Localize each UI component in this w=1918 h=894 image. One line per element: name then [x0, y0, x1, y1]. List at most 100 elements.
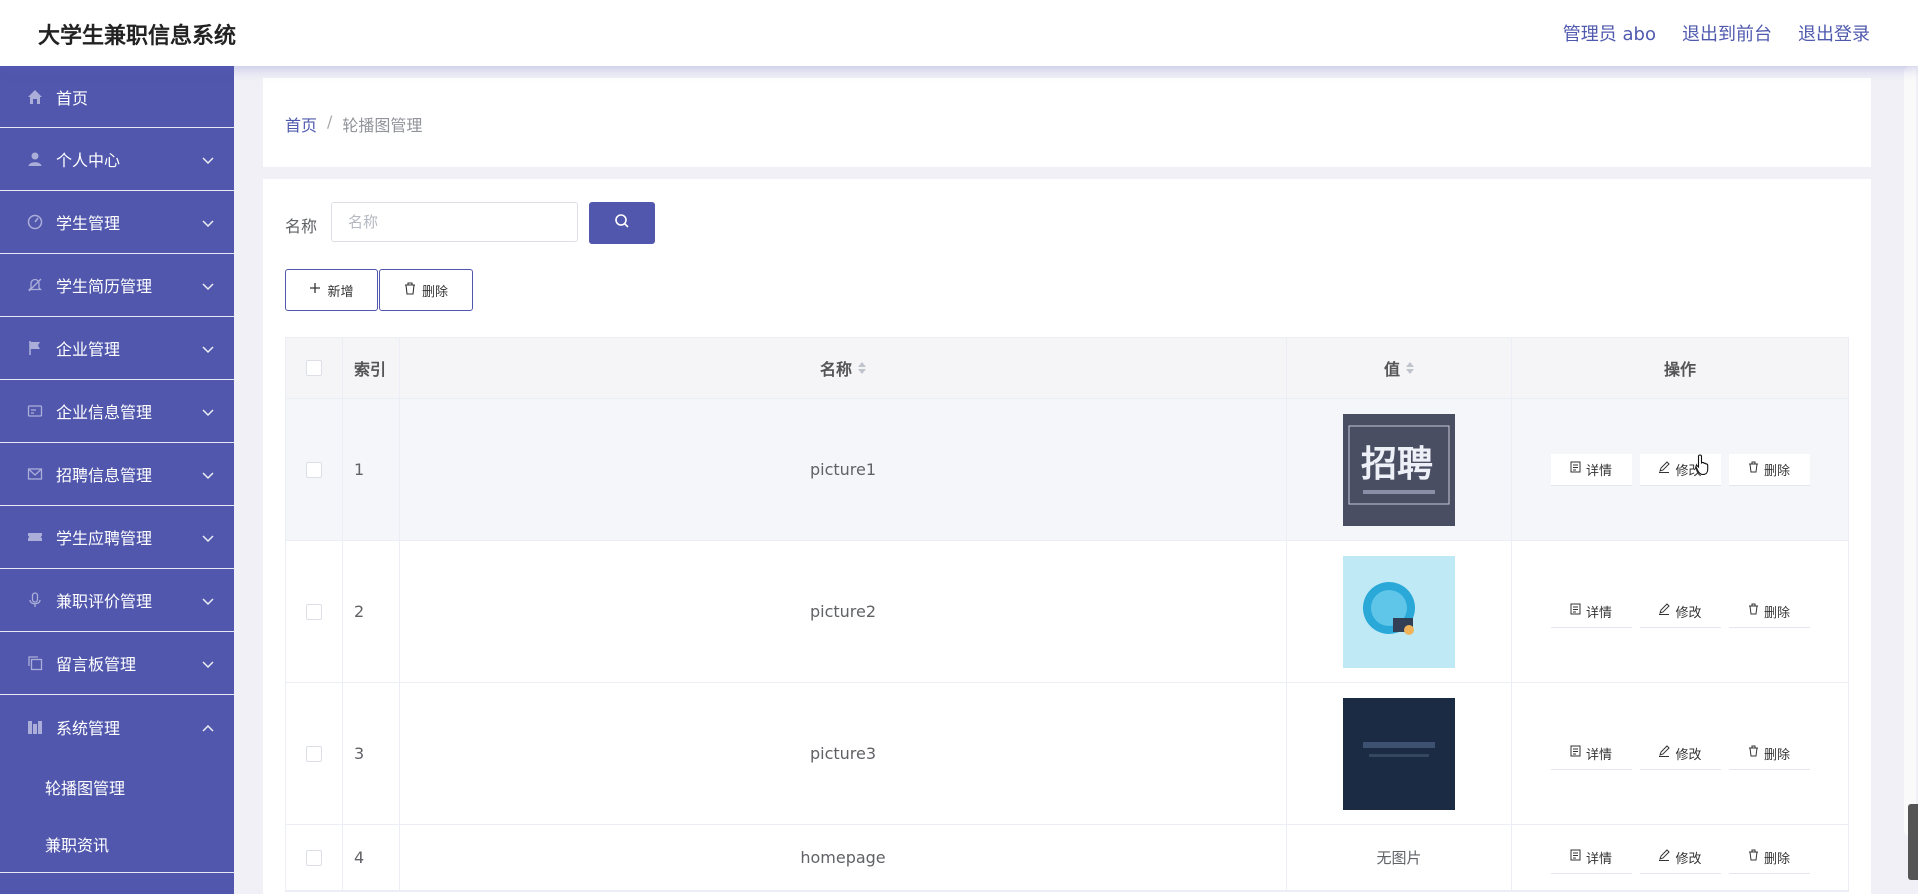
- trash-icon: [1748, 849, 1759, 865]
- sidebar-item-recruit-info-mgmt[interactable]: 招聘信息管理: [0, 443, 234, 506]
- sidebar-item-student-mgmt[interactable]: 学生管理: [0, 191, 234, 254]
- flag-icon: [26, 339, 44, 357]
- sidebar-item-home[interactable]: 首页: [0, 66, 234, 128]
- thumbnail-text: 招聘: [1361, 444, 1433, 485]
- sidebar-subitem-part-time-news[interactable]: 兼职资讯: [0, 815, 234, 872]
- header-value[interactable]: 值: [1287, 338, 1512, 398]
- header-links: 管理员 abo 退出到前台 退出登录: [1563, 20, 1870, 46]
- sidebar-item-label: 学生应聘管理: [56, 529, 153, 548]
- sidebar-item-application-mgmt[interactable]: 学生应聘管理: [0, 506, 234, 569]
- detail-label: 详情: [1585, 851, 1612, 867]
- sidebar-item-system-mgmt[interactable]: 系统管理: [0, 695, 234, 758]
- row-checkbox-cell: [286, 683, 343, 824]
- detail-button[interactable]: 详情: [1550, 841, 1632, 874]
- search-icon: [614, 213, 630, 233]
- edit-label: 修改: [1675, 605, 1702, 621]
- plus-icon: [309, 282, 321, 298]
- sidebar: 首页 个人中心 学生管理 学生简历管理 企业管理 企业信息管理 招聘信息管理 学…: [0, 66, 234, 894]
- row-checkbox[interactable]: [306, 603, 322, 620]
- delete-label: 删除: [1763, 851, 1790, 867]
- add-button[interactable]: 新增: [285, 269, 378, 311]
- delete-button[interactable]: 删除: [1728, 453, 1810, 486]
- sidebar-item-resume-mgmt[interactable]: 学生简历管理: [0, 254, 234, 317]
- delete-button[interactable]: 删除: [1728, 841, 1810, 874]
- search-button[interactable]: [589, 202, 655, 244]
- row-index: 4: [343, 825, 400, 890]
- row-checkbox[interactable]: [306, 461, 322, 478]
- chevron-down-icon: [202, 654, 214, 673]
- edit-button[interactable]: 修改: [1639, 841, 1721, 874]
- trash-icon: [1748, 461, 1759, 477]
- page-scrollbar[interactable]: [1902, 66, 1918, 894]
- sort-icon[interactable]: [1406, 362, 1414, 374]
- row-checkbox[interactable]: [306, 849, 322, 866]
- app-title: 大学生兼职信息系统: [38, 24, 237, 49]
- chevron-up-icon: [202, 717, 214, 736]
- detail-button[interactable]: 详情: [1550, 595, 1632, 628]
- delete-label: 删除: [1763, 463, 1790, 479]
- row-actions: 详情 修改 删除: [1512, 399, 1848, 540]
- row-index: 2: [343, 541, 400, 682]
- delete-label: 删除: [1763, 747, 1790, 763]
- recruit-banner-thumbnail[interactable]: 招聘: [1343, 413, 1455, 526]
- logout-link[interactable]: 退出登录: [1798, 20, 1870, 46]
- bell-off-icon: [26, 276, 44, 294]
- mail-icon: [26, 465, 44, 483]
- current-user-label[interactable]: 管理员 abo: [1563, 20, 1656, 46]
- edit-button[interactable]: 修改: [1639, 737, 1721, 770]
- sidebar-item-label: 学生管理: [56, 214, 121, 233]
- table-row: 4 homepage 无图片 详情 修改 删除: [286, 825, 1848, 891]
- sidebar-item-label: 企业管理: [56, 340, 121, 359]
- trash-icon: [1748, 603, 1759, 619]
- copy-icon: [26, 654, 44, 672]
- edit-icon: [1658, 745, 1671, 761]
- delete-label: 删除: [1763, 605, 1790, 621]
- row-actions: 详情 修改 删除: [1512, 825, 1848, 890]
- sidebar-item-message-board-mgmt[interactable]: 留言板管理: [0, 632, 234, 695]
- breadcrumb-home[interactable]: 首页: [285, 112, 317, 136]
- sidebar-item-personal-center[interactable]: 个人中心: [0, 128, 234, 191]
- header-name[interactable]: 名称: [400, 338, 1287, 398]
- microphone-icon: [26, 591, 44, 609]
- select-all-checkbox[interactable]: [306, 360, 322, 376]
- header-name-label: 名称: [819, 360, 852, 379]
- sidebar-item-label: 系统管理: [56, 718, 121, 738]
- side-widget-handle[interactable]: [1908, 804, 1918, 880]
- blue-illustration-thumbnail[interactable]: [1343, 555, 1455, 668]
- dark-banner-thumbnail[interactable]: [1343, 697, 1455, 810]
- chevron-down-icon: [202, 276, 214, 295]
- detail-button[interactable]: 详情: [1550, 737, 1632, 770]
- scrollbar-thumb[interactable]: [1904, 66, 1916, 836]
- dashboard-icon: [26, 213, 44, 231]
- row-checkbox-cell: [286, 399, 343, 540]
- edit-label: 修改: [1675, 747, 1702, 763]
- edit-label: 修改: [1675, 851, 1702, 867]
- chevron-down-icon: [202, 528, 214, 547]
- batch-delete-button[interactable]: 删除: [379, 269, 473, 311]
- top-header: 大学生兼职信息系统 管理员 abo 退出到前台 退出登录: [0, 0, 1918, 66]
- search-input[interactable]: [331, 202, 578, 242]
- sidebar-item-label: 兼职评价管理: [56, 592, 153, 611]
- carousel-table: 索引 名称 值 操作 1 picture1 招聘 详情 修改 删除 2 pict…: [285, 337, 1849, 892]
- detail-label: 详情: [1585, 463, 1612, 479]
- sidebar-subitem-carousel-mgmt[interactable]: 轮播图管理: [0, 758, 234, 815]
- detail-button[interactable]: 详情: [1550, 453, 1632, 486]
- sidebar-item-company-mgmt[interactable]: 企业管理: [0, 317, 234, 380]
- chevron-down-icon: [202, 591, 214, 610]
- header-value-label: 值: [1383, 360, 1400, 379]
- row-index: 3: [343, 683, 400, 824]
- edit-button[interactable]: 修改: [1639, 595, 1721, 628]
- row-name: homepage: [400, 825, 1287, 890]
- sidebar-item-evaluation-mgmt[interactable]: 兼职评价管理: [0, 569, 234, 632]
- trash-icon: [1748, 745, 1759, 761]
- trash-icon: [404, 281, 416, 299]
- sidebar-item-company-info-mgmt[interactable]: 企业信息管理: [0, 380, 234, 443]
- detail-label: 详情: [1585, 605, 1612, 621]
- back-to-front-link[interactable]: 退出到前台: [1682, 20, 1772, 46]
- row-checkbox[interactable]: [306, 745, 322, 762]
- delete-button[interactable]: 删除: [1728, 595, 1810, 628]
- sort-icon[interactable]: [858, 362, 866, 374]
- row-name: picture2: [400, 541, 1287, 682]
- delete-button[interactable]: 删除: [1728, 737, 1810, 770]
- table-header-row: 索引 名称 值 操作: [286, 338, 1848, 399]
